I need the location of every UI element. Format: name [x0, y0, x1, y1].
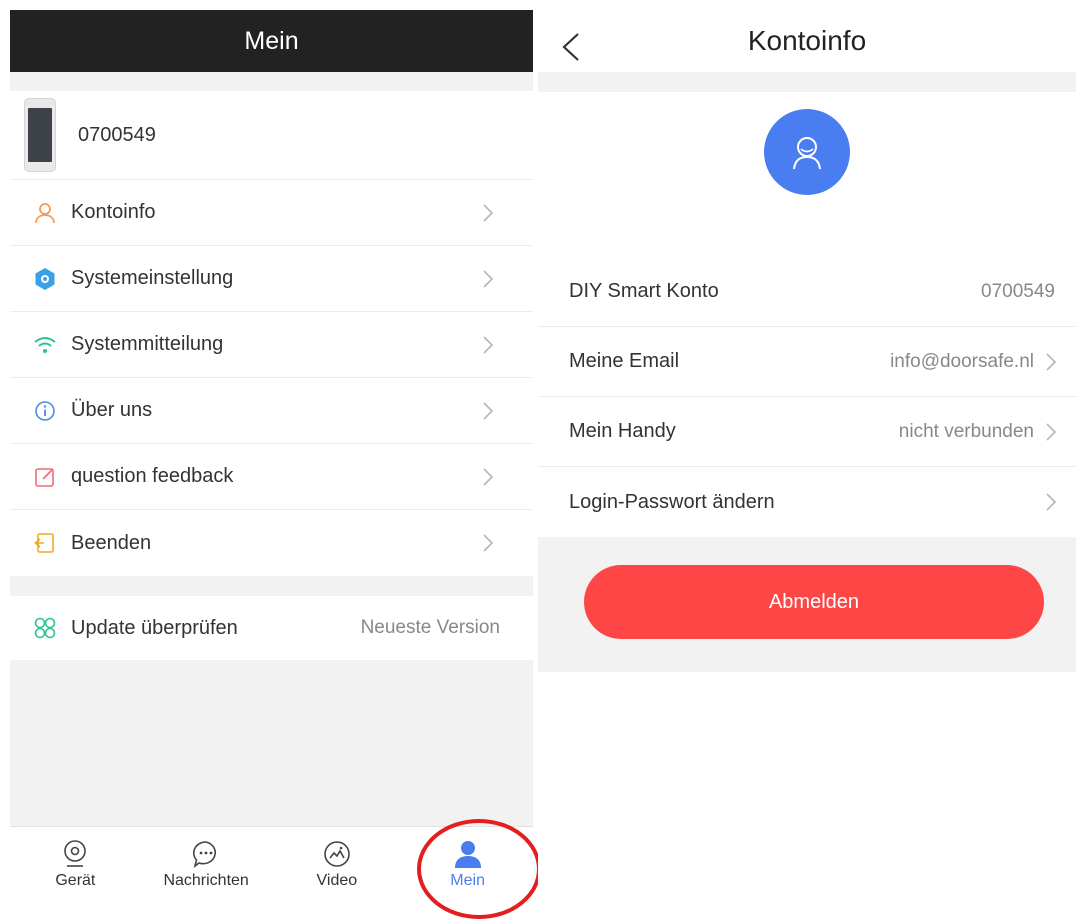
chevron-right-icon [473, 330, 503, 360]
wifi-icon [33, 333, 57, 357]
menu-item-label: Über uns [71, 399, 153, 421]
tab-label: Gerät [55, 871, 96, 889]
device-row[interactable]: 0700549 [10, 91, 533, 180]
phone-value: nicht verbunden [898, 420, 1034, 442]
kontoinfo-screen: Kontoinfo DIY Smart Konto 0700549 Meine … [538, 10, 1076, 901]
email-label: Meine Email [569, 350, 680, 372]
email-row[interactable]: Meine Email info@doorsafe.nl [538, 327, 1076, 397]
tab-geraet[interactable]: Gerät [10, 827, 141, 901]
info-icon [33, 399, 57, 423]
edit-icon [33, 465, 57, 489]
account-label: DIY Smart Konto [569, 280, 719, 302]
phone-row[interactable]: Mein Handy nicht verbunden [538, 397, 1076, 467]
camera-icon [60, 839, 90, 869]
menu-item-question-feedback[interactable]: question feedback [10, 444, 533, 510]
chevron-right-icon [473, 528, 503, 558]
change-password-row[interactable]: Login-Passwort ändern [538, 467, 1076, 537]
phone-label: Mein Handy [569, 420, 676, 442]
menu-item-systemeinstellung[interactable]: Systemeinstellung [10, 246, 533, 312]
update-check-row[interactable]: Update überprüfen Neueste Version [10, 596, 533, 660]
page-title: Mein [10, 10, 533, 72]
update-status: Neueste Version [360, 617, 500, 638]
account-row: DIY Smart Konto 0700549 [538, 257, 1076, 327]
signout-area: Abmelden [538, 537, 1076, 672]
menu-item-ueber-uns[interactable]: Über uns [10, 378, 533, 444]
video-icon [322, 839, 352, 869]
email-value: info@doorsafe.nl [890, 350, 1034, 372]
device-name: 0700549 [78, 123, 156, 146]
phone-thumbnail [24, 98, 56, 172]
change-password-label: Login-Passwort ändern [569, 490, 775, 513]
menu-item-label: question feedback [71, 465, 234, 487]
mein-screen: Mein 0700549 Kontoinfo Systemeinstellung… [10, 10, 533, 901]
chevron-right-icon [1036, 417, 1066, 447]
menu-item-beenden[interactable]: Beenden [10, 510, 533, 576]
chevron-right-icon [473, 198, 503, 228]
update-check-label: Update überprüfen [71, 616, 238, 639]
menu-item-label: Beenden [71, 531, 152, 554]
tab-label: Video [316, 871, 358, 889]
chevron-right-icon [1036, 347, 1066, 377]
account-value: 0700549 [981, 280, 1055, 302]
menu-item-label: Systemmitteilung [71, 333, 224, 355]
menu-item-label: Systemeinstellung [71, 267, 234, 289]
chevron-right-icon [473, 396, 503, 426]
bottom-tab-bar: Gerät Nachrichten Video Mein [10, 826, 533, 901]
menu-item-label: Kontoinfo [71, 201, 156, 223]
header: Kontoinfo [538, 10, 1076, 72]
exit-icon [33, 531, 57, 555]
back-arrow-icon[interactable] [556, 24, 586, 61]
tab-mein[interactable]: Mein [402, 827, 533, 901]
avatar-area [538, 92, 1076, 257]
tab-label: Mein [450, 871, 485, 889]
tab-label: Nachrichten [163, 871, 249, 889]
tab-nachrichten[interactable]: Nachrichten [141, 827, 272, 901]
chevron-right-icon [1036, 487, 1066, 517]
menu-item-kontoinfo[interactable]: Kontoinfo [10, 180, 533, 246]
settings-icon [33, 267, 57, 291]
tab-video[interactable]: Video [272, 827, 403, 901]
signout-button[interactable]: Abmelden [584, 565, 1044, 639]
message-icon [191, 839, 221, 869]
chevron-right-icon [473, 264, 503, 294]
menu-item-systemmitteilung[interactable]: Systemmitteilung [10, 312, 533, 378]
avatar[interactable] [764, 109, 850, 195]
chevron-right-icon [473, 462, 503, 492]
person-icon [453, 839, 483, 869]
user-icon [33, 201, 57, 225]
page-title: Kontoinfo [747, 25, 867, 56]
update-icon [33, 616, 57, 640]
